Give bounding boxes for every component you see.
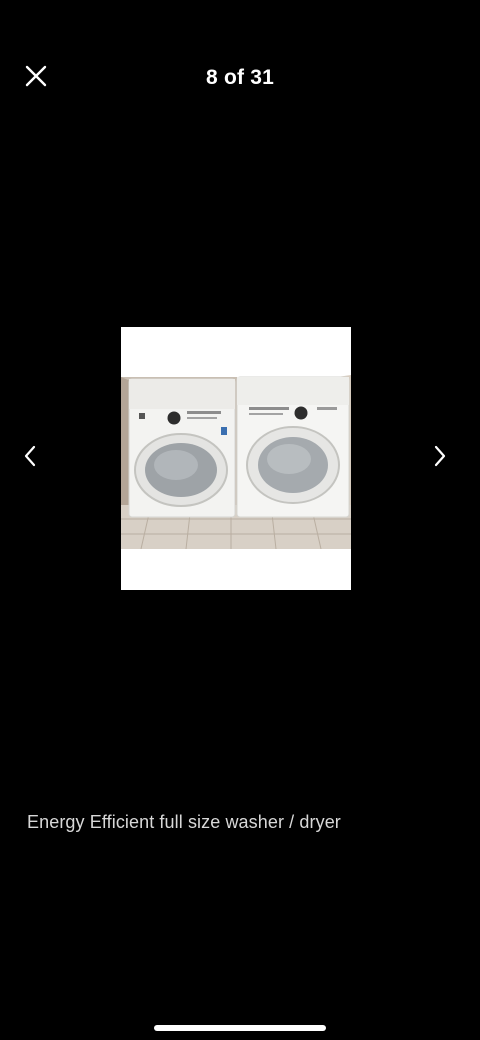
chevron-left-icon bbox=[23, 445, 37, 472]
chevron-right-icon bbox=[433, 445, 447, 472]
previous-image-button[interactable] bbox=[12, 440, 48, 476]
washer-dryer-photo bbox=[121, 327, 351, 590]
listing-photo[interactable] bbox=[121, 327, 351, 590]
photo-caption: Energy Efficient full size washer / drye… bbox=[27, 812, 341, 832]
next-image-button[interactable] bbox=[422, 440, 458, 476]
image-counter: 8 of 31 bbox=[206, 66, 274, 89]
home-indicator[interactable] bbox=[154, 1025, 326, 1031]
